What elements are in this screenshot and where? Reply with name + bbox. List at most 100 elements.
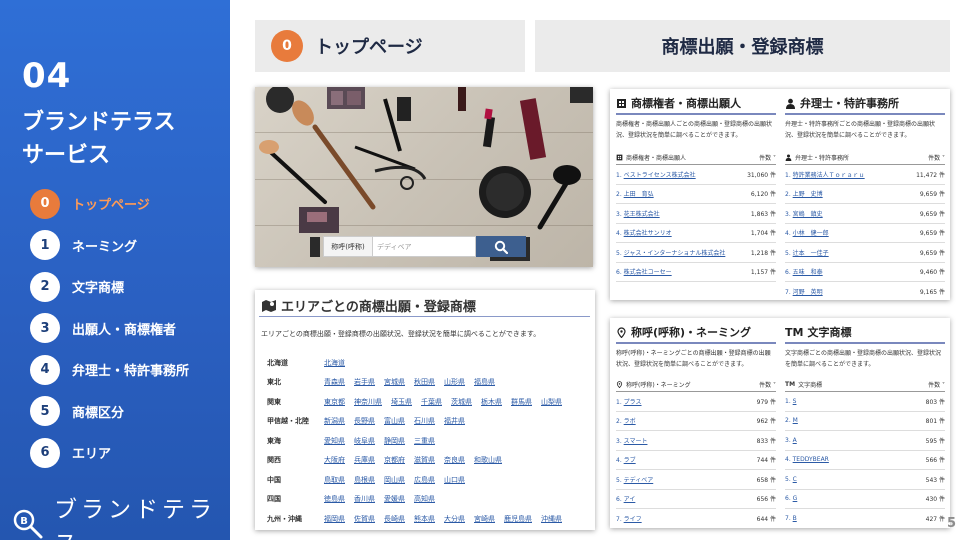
prefecture-link[interactable]: 静岡県 [384,436,405,446]
prefecture-link[interactable]: 岐阜県 [354,436,375,446]
prefecture-link[interactable]: 秋田県 [414,377,435,387]
ranking-name-link[interactable]: 2. M [785,417,798,424]
ranking-name-link[interactable]: 6. アイ [616,494,635,503]
prefecture-link[interactable]: 愛知県 [324,436,345,446]
owners-description: 商標権者・商標出願人ごとの商標出願・登録商標の出願状況、登録状況を簡単に調べるこ… [616,121,772,139]
search-button[interactable] [476,236,526,257]
search-type-select[interactable]: 称呼(呼称) [323,236,373,257]
prefecture-link[interactable]: 群馬県 [511,397,532,407]
ranking-name-link[interactable]: 1. 特許業務法人Ｔｏｒａｒｕ [785,170,865,179]
ranking-name-link[interactable]: 6. 株式会社コーセー [616,267,672,276]
prefecture-link[interactable]: 広島県 [414,475,435,485]
ranking-name-link[interactable]: 7. B [785,515,797,522]
prefecture-link[interactable]: 山形県 [444,377,465,387]
prefecture-link[interactable]: 大分県 [444,514,465,524]
ranking-name-link[interactable]: 4. TEDDYBEAR [785,456,829,463]
hero-screenshot: 称呼(呼称) デディベア [255,87,593,267]
ranking-name-link[interactable]: 1. ベストライセンス株式会社 [616,170,696,179]
naming-table: 称呼(呼称)・ネーミング 件数 ˅ 1. プラス 979 件 2. ラボ 962 件 3. … [616,378,776,528]
sidebar-item-6[interactable]: 6 エリア [30,437,189,468]
prefecture-link[interactable]: 愛媛県 [384,494,405,504]
prefecture-link[interactable]: 山口県 [444,475,465,485]
sidebar-item-4[interactable]: 4 弁理士・特許事務所 [30,354,189,385]
search-bar: 称呼(呼称) デディベア [323,236,526,257]
ranking-name-link[interactable]: 2. ラボ [616,416,636,425]
prefecture-link[interactable]: 神奈川県 [354,397,382,407]
area-title: エリアごとの商標出願・登録商標 [261,296,476,315]
prefecture-link[interactable]: 福岡県 [324,514,345,524]
prefecture-link[interactable]: 滋賀県 [414,455,435,465]
prefecture-link[interactable]: 兵庫県 [354,455,375,465]
prefecture-link[interactable]: 宮城県 [384,377,405,387]
prefecture-link[interactable]: 千葉県 [421,397,442,407]
sidebar-item-2[interactable]: 2 文字商標 [30,271,189,302]
table-row: 1. 特許業務法人Ｔｏｒａｒｕ 11,472 件 [785,165,945,185]
prefecture-link[interactable]: 鹿児島県 [504,514,532,524]
prefecture-link[interactable]: 岩手県 [354,377,375,387]
prefecture-link[interactable]: 徳島県 [324,494,345,504]
ranking-count: 803 件 [925,398,945,406]
prefecture-link[interactable]: 大阪府 [324,455,345,465]
ranking-name-link[interactable]: 6. G [785,495,797,502]
owners-attorneys-card: 商標権者・商標出願人 商標権者・商標出願人ごとの商標出願・登録商標の出願状況、登録… [610,89,950,300]
sidebar-item-1[interactable]: 1 ネーミング [30,230,189,261]
prefecture-link[interactable]: 京都府 [384,455,405,465]
sidebar-item-3[interactable]: 3 出願人・商標権者 [30,313,189,344]
sidebar-item-5[interactable]: 5 商標区分 [30,396,189,427]
prefecture-link[interactable]: 福井県 [444,416,465,426]
prefecture-link[interactable]: 熊本県 [414,514,435,524]
prefecture-link[interactable]: 石川県 [414,416,435,426]
prefecture-link[interactable]: 福島県 [474,377,495,387]
table-header: TM 文字商標 件数 ˅ [785,378,945,392]
ranking-name-link[interactable]: 2. 上田 育弘 [616,189,654,198]
ranking-name-link[interactable]: 4. 株式会社サンリオ [616,228,672,237]
prefecture-link[interactable]: 宮崎県 [474,514,495,524]
ranking-name-link[interactable]: 1. プラス [616,397,642,406]
prefecture-link[interactable]: 東京都 [324,397,345,407]
owners-column: 商標権者・商標出願人 商標権者・商標出願人ごとの商標出願・登録商標の出願状況、登録… [616,89,779,300]
column-header-count[interactable]: 件数 ˅ [928,380,945,389]
ranking-name-link[interactable]: 4. ラブ [616,455,636,464]
ranking-name-link[interactable]: 4. 小林 健一郎 [785,228,829,237]
prefecture-link[interactable]: 栃木県 [481,397,502,407]
prefecture-link[interactable]: 岡山県 [384,475,405,485]
prefecture-link[interactable]: 長崎県 [384,514,405,524]
prefecture-link[interactable]: 鳥取県 [324,475,345,485]
ranking-name-link[interactable]: 7. ライフ [616,514,642,523]
ranking-name-link[interactable]: 3. A [785,437,797,444]
ranking-name-link[interactable]: 3. 宮嶋 鎮史 [785,209,823,218]
search-input[interactable]: デディベア [373,236,476,257]
ranking-count: 543 件 [925,476,945,484]
ranking-name-link[interactable]: 2. 上野 史博 [785,189,823,198]
ranking-name-link[interactable]: 7. 河野 英明 [785,287,823,296]
prefecture-link[interactable]: 山梨県 [541,397,562,407]
ranking-name-link[interactable]: 5. 辻本 一佳子 [785,248,829,257]
ranking-name-link[interactable]: 5. ジャス・インターナショナル株式会社 [616,248,725,257]
prefecture-link[interactable]: 香川県 [354,494,375,504]
column-header-count[interactable]: 件数 ˅ [928,153,945,162]
prefecture-link[interactable]: 長野県 [354,416,375,426]
ranking-name-link[interactable]: 3. スマート [616,436,647,445]
ranking-name-link[interactable]: 5. テディベア [616,475,653,484]
column-header-count[interactable]: 件数 ˅ [759,153,776,162]
prefecture-link[interactable]: 奈良県 [444,455,465,465]
prefecture-link[interactable]: 島根県 [354,475,375,485]
prefecture-link[interactable]: 富山県 [384,416,405,426]
column-header-count[interactable]: 件数 ˅ [759,380,776,389]
svg-text:B: B [20,516,28,527]
prefecture-link[interactable]: 高知県 [414,494,435,504]
prefecture-link[interactable]: 和歌山県 [474,455,502,465]
ranking-name-link[interactable]: 5. C [785,476,797,483]
prefecture-link[interactable]: 茨城県 [451,397,472,407]
prefecture-link[interactable]: 埼玉県 [391,397,412,407]
ranking-name-link[interactable]: 3. 花王株式会社 [616,209,660,218]
prefecture-link[interactable]: 三重県 [414,436,435,446]
prefecture-link[interactable]: 北海道 [324,358,345,368]
prefecture-link[interactable]: 沖縄県 [541,514,562,524]
sidebar-item-0[interactable]: 0 トップページ [30,188,189,219]
ranking-name-link[interactable]: 1. S [785,398,796,405]
prefecture-link[interactable]: 新潟県 [324,416,345,426]
prefecture-link[interactable]: 佐賀県 [354,514,375,524]
prefecture-link[interactable]: 青森県 [324,377,345,387]
ranking-name-link[interactable]: 6. 五味 和泰 [785,267,823,276]
